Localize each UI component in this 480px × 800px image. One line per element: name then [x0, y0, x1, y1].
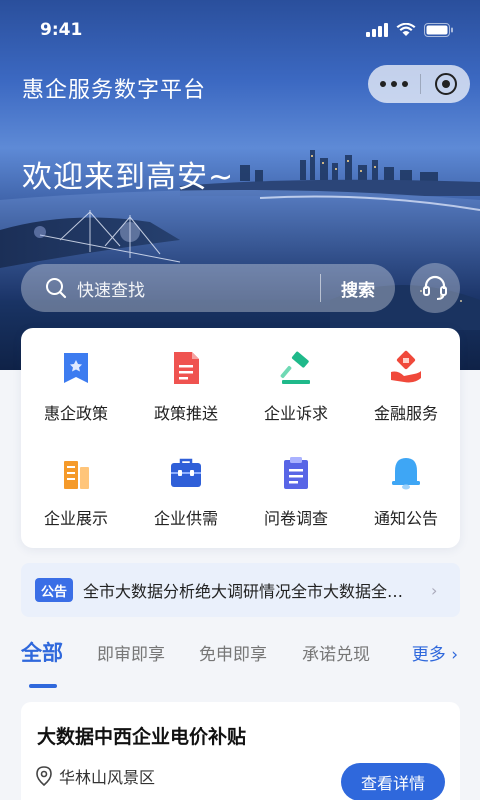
service-item-push[interactable]: 政策推送	[131, 328, 241, 428]
more-tabs-button[interactable]: 更多 ›	[412, 640, 458, 665]
close-button[interactable]	[421, 65, 470, 103]
service-item-showcase[interactable]: 企业展示	[21, 433, 131, 533]
announcement-tag: 公告	[35, 578, 73, 602]
service-grid: 惠企政策 政策推送 企业诉求 金融服务 企业展示 企业供需 问卷调查 通知公告	[21, 328, 460, 548]
toolbox-icon	[171, 458, 201, 487]
finance-icon	[391, 350, 421, 383]
tab-all[interactable]: 全部	[21, 637, 63, 667]
gavel-icon	[280, 351, 310, 384]
headset-icon	[423, 275, 447, 300]
service-item-survey[interactable]: 问卷调查	[241, 433, 351, 533]
service-item-appeal[interactable]: 企业诉求	[241, 328, 351, 428]
clipboard-icon	[284, 457, 308, 489]
more-label: 更多	[411, 645, 446, 665]
customer-service-button[interactable]	[410, 263, 460, 313]
view-details-button[interactable]: 查看详情	[341, 763, 445, 800]
dot-icon	[402, 81, 408, 87]
tab-promise[interactable]: 承诺兑现	[302, 640, 370, 665]
service-label: 企业展示	[43, 509, 108, 528]
buildings-icon	[64, 461, 89, 489]
location-text: 华林山风景区	[59, 768, 156, 787]
wifi-icon	[396, 22, 416, 41]
welcome-text: 欢迎来到高安~	[22, 160, 235, 195]
status-icons	[366, 22, 454, 41]
card-title: 大数据中西企业电价补贴	[37, 726, 247, 748]
service-label: 通知公告	[373, 509, 438, 528]
service-item-supply[interactable]: 企业供需	[131, 433, 241, 533]
service-item-finance[interactable]: 金融服务	[351, 328, 461, 428]
bell-icon	[392, 458, 420, 490]
search-icon	[46, 278, 67, 299]
app-title: 惠企服务数字平台	[22, 78, 207, 103]
card-location: 华林山风景区	[35, 764, 155, 788]
service-label: 问卷调查	[263, 509, 328, 528]
service-label: 惠企政策	[43, 404, 108, 423]
status-bar: 9:41	[0, 0, 480, 60]
search-button[interactable]: 搜索	[321, 276, 395, 301]
active-tab-indicator	[29, 684, 57, 688]
policy-badge-icon	[64, 353, 88, 383]
chevron-right-icon: ›	[451, 645, 458, 665]
announcement-text[interactable]: 全市大数据分析绝大调研情况全市大数据全…	[83, 578, 423, 602]
location-pin-icon	[36, 766, 52, 786]
service-label: 政策推送	[153, 404, 218, 423]
service-item-notice[interactable]: 通知公告	[351, 433, 461, 533]
close-circle-icon	[434, 73, 457, 95]
category-tabs: 全部 即审即享 免申即享 承诺兑现 更多 ›	[0, 640, 480, 690]
service-item-policy[interactable]: 惠企政策	[21, 328, 131, 428]
search-bar[interactable]: 快速查找 搜索	[21, 264, 395, 312]
document-icon	[174, 352, 199, 384]
search-placeholder[interactable]: 快速查找	[77, 276, 320, 301]
battery-icon	[424, 22, 454, 41]
service-label: 企业诉求	[263, 404, 328, 423]
mini-program-capsule	[368, 65, 470, 103]
service-label: 企业供需	[153, 509, 218, 528]
policy-card[interactable]: 大数据中西企业电价补贴 华林山风景区 查看详情	[21, 702, 460, 800]
tab-no-application[interactable]: 免申即享	[199, 640, 267, 665]
more-button[interactable]	[368, 65, 420, 103]
chevron-right-icon: ›	[431, 580, 438, 600]
dot-icon	[380, 81, 386, 87]
status-time: 9:41	[40, 20, 83, 40]
announcement-bar[interactable]: 公告 全市大数据分析绝大调研情况全市大数据全… ›	[21, 563, 460, 617]
tab-instant-review[interactable]: 即审即享	[97, 640, 165, 665]
service-label: 金融服务	[373, 404, 438, 423]
dot-icon	[391, 81, 397, 87]
signal-icon	[366, 22, 388, 41]
